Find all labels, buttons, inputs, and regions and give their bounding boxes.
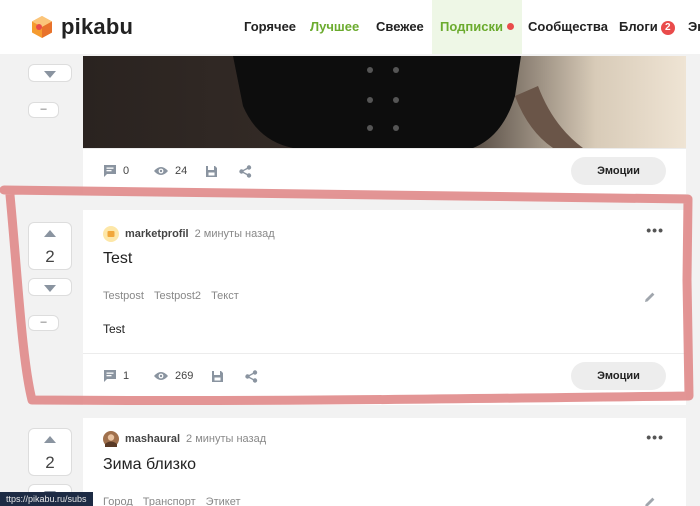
post-time: 2 минуты назад [194,228,275,240]
comment-icon [104,370,116,382]
eye-icon [154,372,168,380]
nav-communities[interactable]: Сообщества [528,0,608,54]
unread-dot [506,23,514,30]
nav-hot[interactable]: Горячее [244,0,296,54]
tag[interactable]: Текст [211,290,239,302]
edit-tags-icon[interactable] [644,496,656,506]
rating-widget: 2 [28,428,72,476]
save-icon[interactable] [205,165,218,178]
post-footer: 0 24 Эмоции [83,151,686,191]
nav-best[interactable]: Лучшее [310,0,359,54]
comments-count: 0 [123,165,130,177]
post-card: mashaural 2 минуты назад ••• Зима близко… [83,418,686,506]
post-tags: Город Транспорт Этикет [103,496,241,506]
downvote-button[interactable] [28,64,72,82]
comments-count: 1 [123,370,130,382]
hide-post-button[interactable]: – [28,315,59,331]
views-count: 269 [175,370,194,382]
blogs-badge: 2 [660,21,675,35]
tag[interactable]: Транспорт [143,496,196,506]
divider [83,148,686,149]
views-count: 24 [175,165,188,177]
author-name[interactable]: marketprofil [125,228,189,240]
nav-blogs-label: Блоги [619,19,658,34]
author-name[interactable]: mashaural [125,433,180,445]
edit-tags-icon[interactable] [644,291,656,303]
avatar[interactable] [103,226,119,242]
downvote-button[interactable] [28,278,72,296]
post-card: 0 24 Эмоции [83,56,686,194]
post-author-row: marketprofil 2 минуты назад [103,226,275,242]
upvote-icon[interactable] [44,436,56,443]
nav-subscriptions-label: Подписки [440,19,503,34]
nav-fresh[interactable]: Свежее [376,0,424,54]
post-title[interactable]: Test [103,250,132,268]
post-footer: 1 269 Эмоции [83,356,686,396]
arrow-down-icon [44,285,56,292]
views-counter: 269 [153,370,193,382]
comment-icon [104,165,116,177]
post-card: marketprofil 2 минуты назад ••• Test Tes… [83,210,686,405]
save-icon[interactable] [211,370,224,383]
divider [83,353,686,354]
pikabu-logo-icon [32,16,52,38]
emotions-button[interactable]: Эмоции [571,157,666,185]
share-icon[interactable] [245,369,258,383]
top-header: pikabu Горячее Лучшее Свежее Подписки Со… [0,0,700,54]
tag[interactable]: Testpost [103,290,144,302]
arrow-down-icon [44,71,56,78]
rating-value: 2 [45,453,55,472]
upvote-icon[interactable] [44,230,56,237]
tag[interactable]: Testpost2 [154,290,201,302]
hide-post-button[interactable]: – [28,102,59,118]
emotions-button[interactable]: Эмоции [571,362,666,390]
more-options-icon[interactable]: ••• [646,222,664,238]
nav-blogs[interactable]: Блоги 2 [619,0,675,54]
share-icon[interactable] [239,164,252,178]
rating-value: 2 [45,247,55,266]
status-bar-url: ttps://pikabu.ru/subs [0,492,93,506]
nav-subscriptions[interactable]: Подписки [432,0,522,54]
post-time: 2 минуты назад [186,433,267,445]
pikabu-logo[interactable]: pikabu [30,14,133,40]
post-image [83,56,686,148]
post-title[interactable]: Зима близко [103,456,196,474]
logo-text: pikabu [61,14,134,39]
avatar[interactable] [103,431,119,447]
eye-icon [154,167,168,175]
comments-link[interactable]: 0 [103,164,129,178]
post-author-row: mashaural 2 минуты назад [103,431,266,447]
rating-widget: 2 [28,222,72,270]
tag[interactable]: Город [103,496,133,506]
post-body: Test [103,322,126,336]
comments-link[interactable]: 1 [103,369,129,383]
nav-more[interactable]: Эк [688,0,700,54]
views-counter: 24 [153,165,187,177]
tag[interactable]: Этикет [206,496,241,506]
more-options-icon[interactable]: ••• [646,429,664,445]
post-tags: Testpost Testpost2 Текст [103,290,239,302]
